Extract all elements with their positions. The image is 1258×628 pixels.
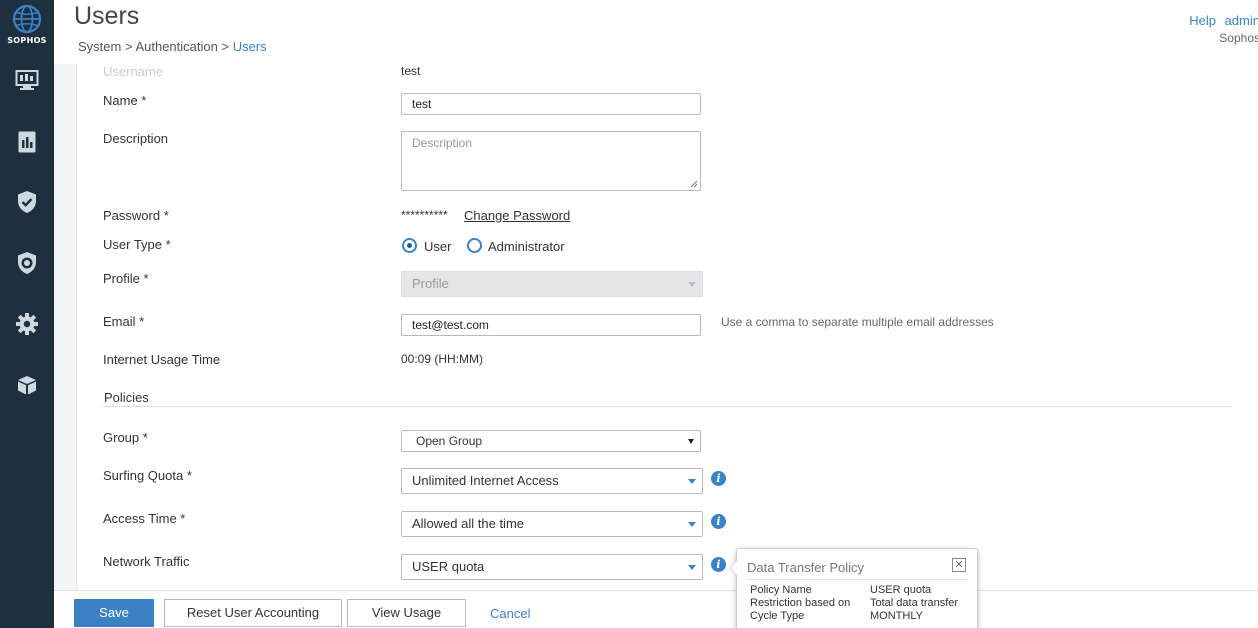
breadcrumb: System > Authentication > Users	[78, 39, 267, 54]
reports-icon	[18, 131, 36, 153]
globe-icon	[12, 4, 42, 34]
tooltip-restriction-value: Total data transfer	[870, 597, 959, 609]
email-label: Email *	[103, 314, 145, 329]
access-time-label: Access Time *	[103, 511, 186, 526]
resize-handle-icon[interactable]	[690, 180, 698, 188]
header: Users System > Authentication > Users He…	[54, 0, 1258, 64]
policies-section-title: Policies	[104, 390, 149, 405]
description-textarea[interactable]: Description	[401, 131, 701, 191]
tooltip-cycle-type-value: MONTHLY	[870, 610, 923, 622]
password-label: Password *	[103, 208, 169, 223]
company-name: Sophos	[1219, 31, 1258, 45]
chevron-down-icon	[688, 565, 696, 570]
sidebar-item-reports[interactable]	[13, 128, 41, 156]
monitor-icon	[15, 70, 39, 90]
logo-text: SOPHOS	[7, 36, 47, 45]
chevron-down-icon	[688, 439, 694, 444]
user-type-user-label[interactable]: User	[424, 239, 451, 254]
network-traffic-info-icon[interactable]: i	[711, 557, 726, 572]
user-type-user-radio[interactable]	[402, 238, 417, 253]
group-label: Group *	[103, 430, 148, 445]
name-input[interactable]: test	[401, 93, 701, 115]
sophos-logo[interactable]: SOPHOS	[0, 4, 54, 45]
user-type-label: User Type *	[103, 237, 171, 252]
access-time-value: Allowed all the time	[412, 516, 524, 531]
network-traffic-select[interactable]: USER quota	[401, 554, 703, 580]
help-link[interactable]: Help	[1189, 13, 1216, 28]
box-icon	[18, 376, 36, 395]
email-input[interactable]: test@test.com	[401, 314, 701, 336]
network-traffic-value: USER quota	[412, 559, 485, 574]
username-label: Username	[103, 64, 163, 79]
group-select-value: Open Group	[416, 434, 483, 448]
surfing-quota-info-icon[interactable]: i	[711, 471, 726, 486]
description-label: Description	[103, 131, 169, 146]
user-type-administrator-radio[interactable]	[467, 238, 482, 253]
tooltip-title: Data Transfer Policy	[747, 560, 865, 575]
breadcrumb-separator: >	[217, 39, 233, 54]
view-usage-button[interactable]: View Usage	[347, 599, 466, 627]
user-form-panel: Username test Name * test Description De…	[76, 64, 1258, 590]
user-type-administrator-label[interactable]: Administrator	[488, 239, 565, 254]
access-time-select[interactable]: Allowed all the time	[401, 511, 703, 537]
sidebar-item-monitor[interactable]	[13, 66, 41, 94]
tooltip-divider	[747, 579, 967, 580]
breadcrumb-system[interactable]: System	[78, 39, 121, 54]
surfing-quota-value: Unlimited Internet Access	[412, 473, 559, 488]
surfing-quota-select[interactable]: Unlimited Internet Access	[401, 468, 703, 494]
cancel-link[interactable]: Cancel	[490, 606, 530, 621]
shield-icon	[18, 191, 36, 213]
group-select[interactable]: Open Group	[401, 430, 701, 452]
sidebar-item-configure[interactable]	[13, 310, 41, 338]
breadcrumb-authentication[interactable]: Authentication	[135, 39, 217, 54]
page-title: Users	[74, 2, 140, 30]
main-area: Username test Name * test Description De…	[54, 64, 1258, 590]
usage-time-value: 00:09 (HH:MM)	[401, 352, 484, 366]
sidebar-item-system[interactable]	[13, 371, 41, 399]
admin-menu[interactable]: admin	[1225, 13, 1258, 28]
description-placeholder: Description	[412, 136, 473, 150]
email-hint: Use a comma to separate multiple email a…	[721, 315, 994, 329]
tooltip-arrow	[729, 560, 737, 576]
tooltip-cycle-type-key: Cycle Type	[750, 610, 805, 622]
protect-icon	[18, 252, 36, 274]
name-label: Name *	[103, 93, 147, 108]
sidebar: SOPHOS	[0, 0, 54, 628]
change-password-link[interactable]: Change Password	[464, 208, 570, 223]
usage-time-label: Internet Usage Time	[103, 352, 221, 367]
tooltip-policy-name-key: Policy Name	[750, 584, 812, 596]
network-traffic-label: Network Traffic	[103, 554, 190, 569]
profile-select: Profile	[401, 271, 703, 297]
save-button[interactable]: Save	[74, 599, 154, 627]
username-value: test	[401, 64, 421, 78]
section-divider	[103, 406, 1232, 407]
tooltip-policy-name-value: USER quota	[870, 584, 932, 596]
data-transfer-policy-tooltip: Data Transfer Policy ✕ Policy Name USER …	[729, 548, 978, 628]
profile-select-value: Profile	[412, 276, 449, 291]
chevron-down-icon	[688, 522, 696, 527]
profile-label: Profile *	[103, 271, 149, 286]
sidebar-item-threat[interactable]	[13, 249, 41, 277]
gear-icon	[16, 313, 38, 335]
access-time-info-icon[interactable]: i	[711, 514, 726, 529]
surfing-quota-label: Surfing Quota *	[103, 468, 192, 483]
breadcrumb-users[interactable]: Users	[233, 39, 267, 54]
tooltip-restriction-key: Restriction based on	[750, 597, 851, 609]
password-value: **********	[401, 208, 448, 222]
breadcrumb-separator: >	[121, 39, 136, 54]
footer-actions: Save Reset User Accounting View Usage Ca…	[54, 590, 1258, 628]
chevron-down-icon	[688, 282, 696, 287]
sidebar-item-protect[interactable]	[13, 188, 41, 216]
close-icon[interactable]: ✕	[952, 558, 966, 572]
chevron-down-icon	[688, 479, 696, 484]
reset-user-accounting-button[interactable]: Reset User Accounting	[164, 599, 342, 627]
